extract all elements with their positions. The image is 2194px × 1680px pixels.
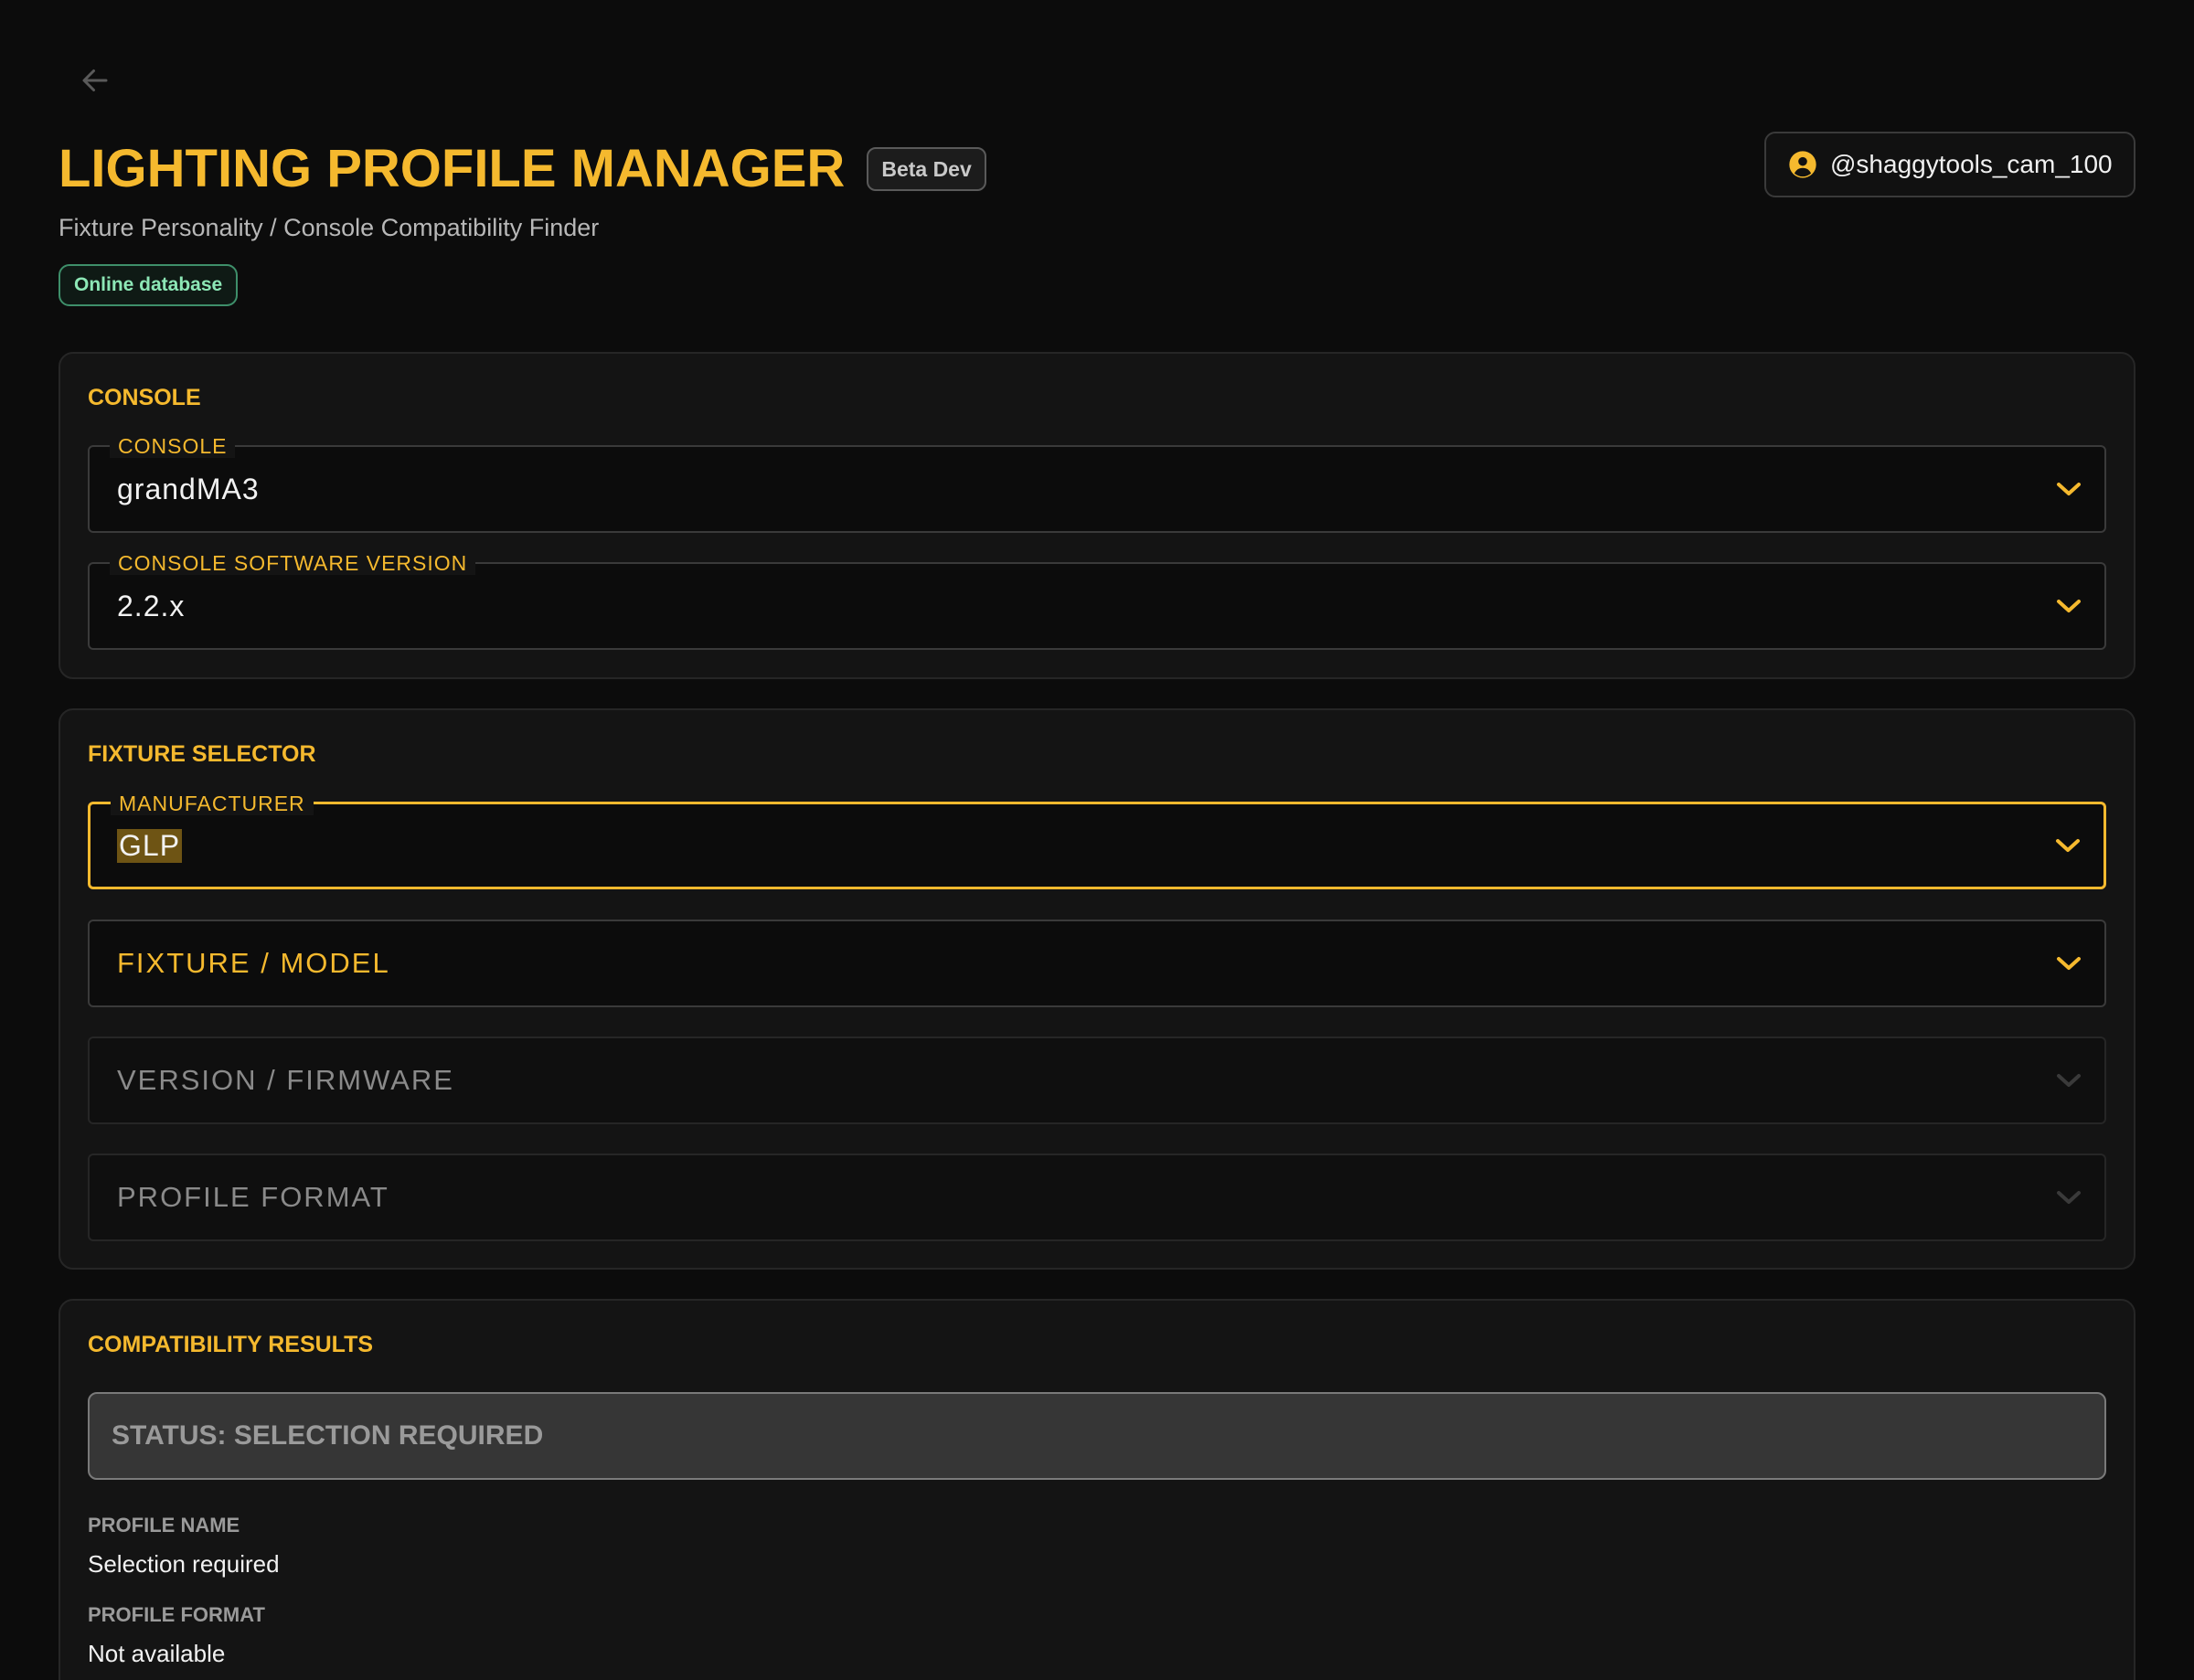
username: @shaggytools_cam_100 <box>1830 150 2113 178</box>
chevron-down-icon <box>2057 483 2081 495</box>
beta-badge: Beta Dev <box>867 147 986 191</box>
fixture-panel-title: FIXTURE SELECTOR <box>88 741 316 767</box>
firmware-placeholder: VERSION / FIRMWARE <box>117 1064 454 1096</box>
manufacturer-label: MANUFACTURER <box>111 792 314 815</box>
chevron-down-icon <box>2057 1191 2081 1204</box>
chevron-down-icon <box>2057 600 2081 612</box>
chevron-down-icon <box>2057 1074 2081 1087</box>
manufacturer-value[interactable]: GLP <box>117 828 183 863</box>
user-account-button[interactable]: @shaggytools_cam_100 <box>1764 132 2135 197</box>
compatibility-status: STATUS: SELECTION REQUIRED <box>88 1392 2106 1480</box>
software-version-select[interactable]: CONSOLE SOFTWARE VERSION 2.2.x <box>88 551 2106 650</box>
console-select-label: CONSOLE <box>110 434 236 458</box>
profile-name-label: PROFILE NAME <box>88 1514 240 1536</box>
profile-format-placeholder: PROFILE FORMAT <box>117 1181 389 1213</box>
page-subtitle: Fixture Personality / Console Compatibil… <box>59 214 600 241</box>
page: LIGHTING PROFILE MANAGER Beta Dev Fixtur… <box>0 0 2194 1680</box>
console-select[interactable]: CONSOLE grandMA3 <box>88 434 2106 533</box>
user-circle-icon <box>1789 151 1816 178</box>
profile-format-value: Not available <box>88 1640 226 1667</box>
console-panel: CONSOLE CONSOLE grandMA3 CONSOLE SOFTWAR… <box>59 352 2135 679</box>
console-panel-title: CONSOLE <box>88 385 201 410</box>
console-select-value: grandMA3 <box>117 472 260 505</box>
profile-format-label: PROFILE FORMAT <box>88 1603 265 1626</box>
page-title: LIGHTING PROFILE MANAGER <box>59 139 846 198</box>
software-version-value: 2.2.x <box>117 589 186 622</box>
profile-format-select: PROFILE FORMAT <box>88 1154 2106 1241</box>
back-button[interactable] <box>73 60 117 101</box>
chevron-down-icon <box>2057 957 2081 970</box>
title-row: LIGHTING PROFILE MANAGER Beta Dev <box>59 139 986 199</box>
fixture-model-select[interactable]: FIXTURE / MODEL <box>88 920 2106 1007</box>
firmware-select: VERSION / FIRMWARE <box>88 1037 2106 1124</box>
profile-name-value: Selection required <box>88 1550 280 1578</box>
fixture-model-placeholder: FIXTURE / MODEL <box>117 947 390 979</box>
results-panel-title: COMPATIBILITY RESULTS <box>88 1332 374 1357</box>
arrow-left-icon <box>82 69 108 91</box>
database-status-badge: Online database <box>59 264 239 306</box>
software-version-label: CONSOLE SOFTWARE VERSION <box>110 551 476 575</box>
chevron-down-icon <box>2056 839 2080 852</box>
fixture-selector-panel: FIXTURE SELECTOR MANUFACTURER GLP FIXTUR… <box>59 708 2135 1270</box>
compatibility-results-panel: COMPATIBILITY RESULTS STATUS: SELECTION … <box>59 1299 2135 1680</box>
manufacturer-select[interactable]: MANUFACTURER GLP <box>88 792 2106 889</box>
